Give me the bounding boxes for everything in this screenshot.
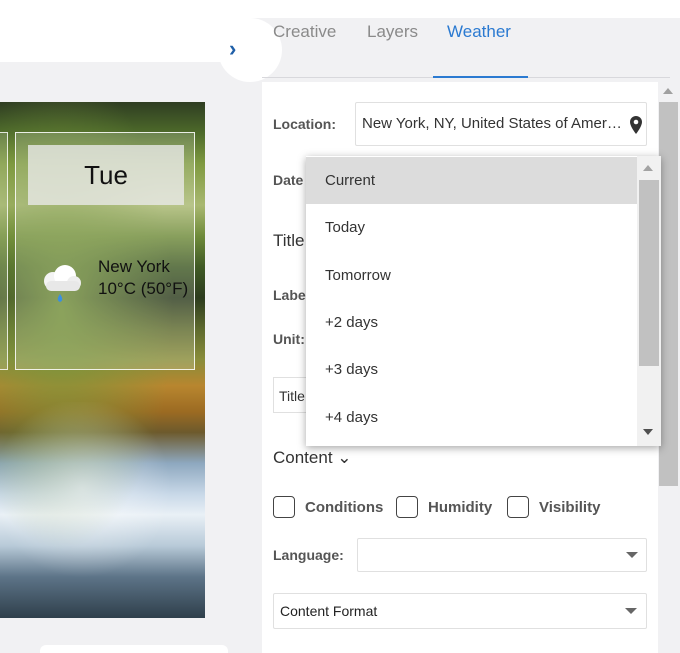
conditions-checkbox[interactable] <box>273 496 295 518</box>
weather-tile[interactable]: Tue New York 10°C (50°F) <box>15 132 195 370</box>
language-label: Language: <box>273 547 344 563</box>
dropdown-scroll-up-icon[interactable] <box>643 165 653 171</box>
dropdown-scrollbar-thumb[interactable] <box>639 180 659 366</box>
tile-day: Tue <box>28 145 184 205</box>
date-label: Date <box>273 172 304 188</box>
language-select[interactable] <box>357 538 647 572</box>
visibility-label: Visibility <box>539 499 601 516</box>
date-dropdown-list: Current Today Tomorrow +2 days +3 days +… <box>306 156 661 446</box>
title-label: Title <box>273 231 305 250</box>
location-input[interactable]: New York, NY, United States of Amer… <box>355 102 647 146</box>
top-bar <box>0 0 680 18</box>
date-option-tomorrow[interactable]: Tomorrow <box>306 252 637 299</box>
rain-cloud-icon <box>44 265 81 302</box>
date-option-plus-2-days[interactable]: +2 days <box>306 299 637 346</box>
chevron-right-icon: › <box>229 36 237 61</box>
chevron-down-icon <box>625 608 637 614</box>
content-format-select[interactable]: Content Format <box>273 593 647 629</box>
content-format-value: Content Format <box>280 603 378 619</box>
conditions-label: Conditions <box>305 499 384 516</box>
tab-creative[interactable]: Creative <box>273 22 336 42</box>
label-label: Labe <box>273 287 306 303</box>
canvas-bottom-card[interactable] <box>40 645 228 653</box>
tab-layers[interactable]: Layers <box>367 22 418 42</box>
humidity-label: Humidity <box>428 499 493 516</box>
content-section-toggle[interactable]: Content ⌄ <box>273 448 352 468</box>
date-option-plus-3-days[interactable]: +3 days <box>306 346 637 393</box>
visibility-checkbox[interactable] <box>507 496 529 518</box>
humidity-checkbox[interactable] <box>396 496 418 518</box>
unit-label: Unit: <box>273 331 305 347</box>
scroll-up-arrow-icon[interactable] <box>663 88 673 94</box>
tile-temperature: 10°C (50°F) <box>98 279 189 298</box>
dropdown-scroll-down-icon[interactable] <box>643 429 653 435</box>
map-pin-icon[interactable] <box>630 116 642 134</box>
canvas-top-strip <box>0 18 250 62</box>
date-option-today[interactable]: Today <box>306 204 637 251</box>
tile-city: New York <box>98 257 170 276</box>
location-label: Location: <box>273 116 336 132</box>
panel-scrollbar-thumb[interactable] <box>659 102 678 486</box>
tab-weather[interactable]: Weather <box>447 22 511 42</box>
date-option-plus-4-days[interactable]: +4 days <box>306 394 637 441</box>
chevron-down-icon <box>626 552 638 558</box>
weather-tile-previous[interactable] <box>0 132 8 370</box>
active-tab-indicator <box>433 76 528 78</box>
date-option-current[interactable]: Current <box>306 157 637 204</box>
